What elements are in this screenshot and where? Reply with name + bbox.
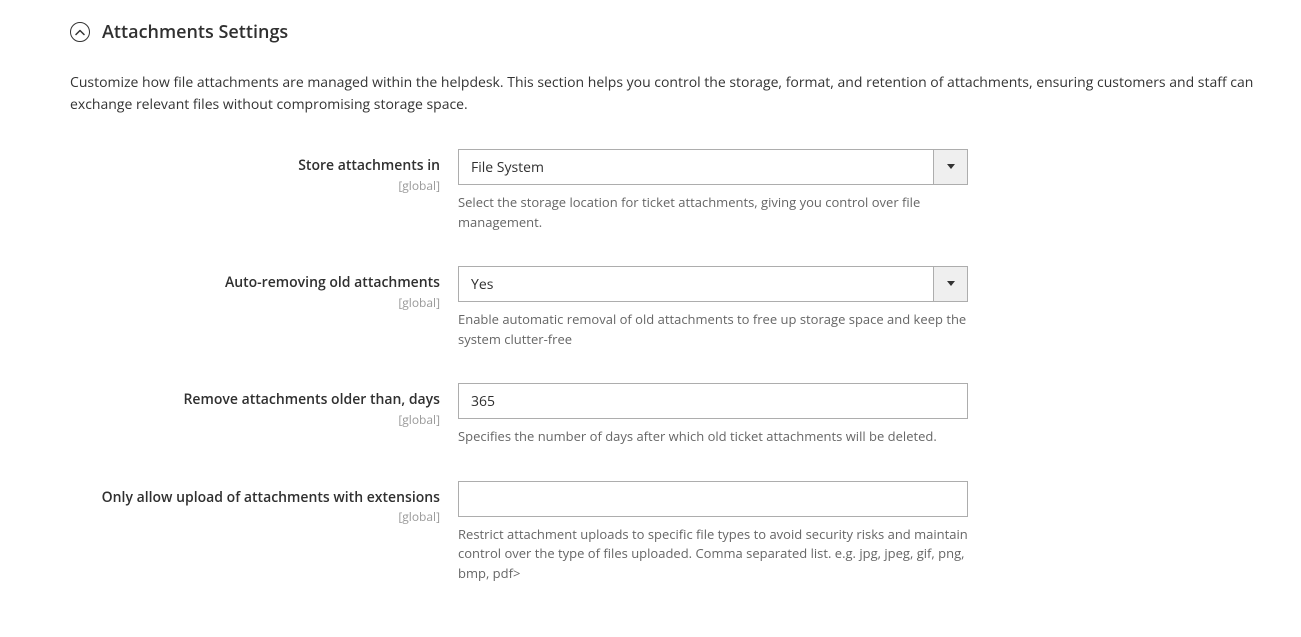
extensions-input[interactable] [458, 481, 968, 517]
chevron-down-icon [933, 150, 967, 184]
field-value-col: Specifies the number of days after which… [458, 383, 968, 447]
field-note: Specifies the number of days after which… [458, 427, 968, 447]
section-header[interactable]: Attachments Settings [70, 20, 1271, 44]
field-note: Select the storage location for ticket a… [458, 193, 968, 232]
storage-select[interactable]: File System [458, 149, 968, 185]
field-row-older-than: Remove attachments older than, days [glo… [70, 383, 1271, 447]
field-label: Only allow upload of attachments with ex… [70, 489, 440, 507]
field-row-extensions: Only allow upload of attachments with ex… [70, 481, 1271, 584]
field-row-storage: Store attachments in [global] File Syste… [70, 149, 1271, 232]
chevron-down-icon [933, 267, 967, 301]
auto-remove-select[interactable]: Yes [458, 266, 968, 302]
field-value-col: Yes Enable automatic removal of old atta… [458, 266, 968, 349]
field-row-auto-remove: Auto-removing old attachments [global] Y… [70, 266, 1271, 349]
field-scope: [global] [70, 294, 440, 311]
field-label-col: Only allow upload of attachments with ex… [70, 481, 458, 584]
section-title: Attachments Settings [102, 20, 288, 44]
field-label-col: Auto-removing old attachments [global] [70, 266, 458, 349]
field-label-col: Remove attachments older than, days [glo… [70, 383, 458, 447]
field-label-col: Store attachments in [global] [70, 149, 458, 232]
field-scope: [global] [70, 411, 440, 428]
field-label: Remove attachments older than, days [70, 391, 440, 409]
attachments-settings-section: Attachments Settings Customize how file … [0, 0, 1301, 637]
field-label: Store attachments in [70, 157, 440, 175]
select-value: Yes [459, 267, 933, 301]
field-scope: [global] [70, 508, 440, 525]
field-value-col: File System Select the storage location … [458, 149, 968, 232]
field-note: Restrict attachment uploads to specific … [458, 525, 968, 584]
chevron-up-icon [70, 22, 90, 42]
field-label: Auto-removing old attachments [70, 274, 440, 292]
field-note: Enable automatic removal of old attachme… [458, 310, 968, 349]
older-than-input[interactable] [458, 383, 968, 419]
field-value-col: Restrict attachment uploads to specific … [458, 481, 968, 584]
section-description: Customize how file attachments are manag… [70, 72, 1271, 115]
select-value: File System [459, 150, 933, 184]
field-scope: [global] [70, 177, 440, 194]
